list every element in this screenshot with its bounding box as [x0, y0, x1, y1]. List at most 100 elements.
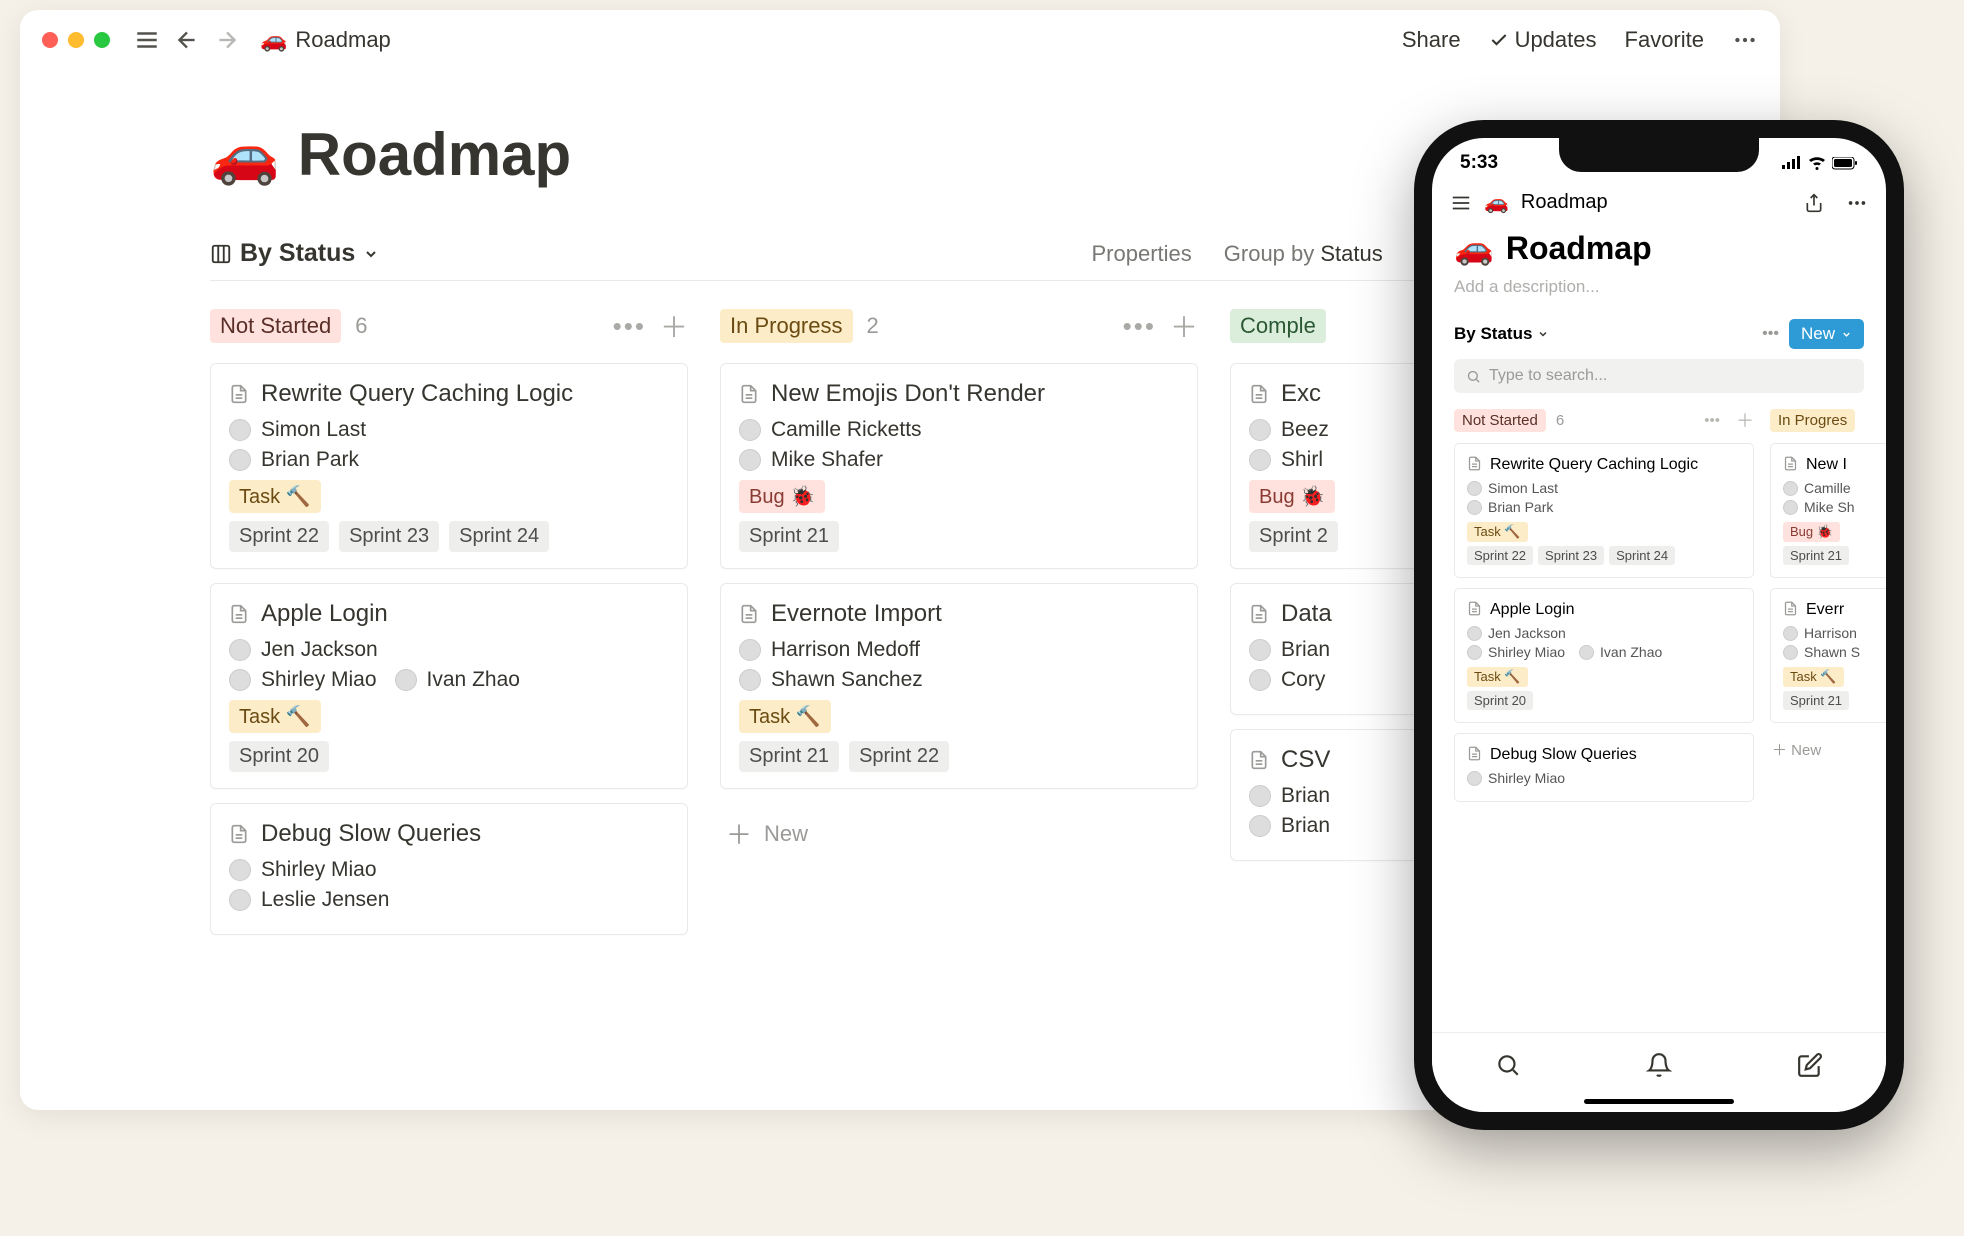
card-type-tag: Bug 🐞 [1249, 480, 1335, 513]
board-card[interactable]: New Emojis Don't RenderCamille RickettsM… [720, 363, 1198, 569]
avatar [739, 419, 761, 441]
mobile-board-card[interactable]: EverrHarrisonShawn STask 🔨Sprint 21 [1770, 588, 1886, 723]
share-button[interactable]: Share [1402, 27, 1461, 53]
close-window-button[interactable] [42, 32, 58, 48]
group-by-button[interactable]: Group by Status [1224, 241, 1383, 267]
mobile-card-title: Everr [1783, 601, 1886, 619]
mobile-view-selector[interactable]: By Status [1454, 324, 1549, 344]
view-selector[interactable]: By Status [210, 239, 379, 268]
mobile-column-header: In Progres ••• ＋ [1770, 407, 1886, 433]
phone-screen: 5:33 🚗 Roadmap 🚗 Roadmap Add a descripti… [1432, 138, 1886, 1112]
board-card[interactable]: Apple LoginJen JacksonShirley MiaoIvan Z… [210, 583, 688, 789]
mobile-column-add-icon[interactable]: ＋ [1736, 407, 1754, 433]
board-icon [210, 243, 232, 265]
mobile-column-status-pill[interactable]: Not Started [1454, 409, 1546, 432]
wifi-icon [1808, 156, 1826, 170]
avatar [1783, 626, 1798, 641]
mobile-tab-compose-icon[interactable] [1797, 1052, 1823, 1078]
add-card-button[interactable]: ＋New [720, 803, 1198, 864]
mobile-share-icon[interactable] [1804, 193, 1824, 213]
properties-button[interactable]: Properties [1091, 241, 1191, 267]
breadcrumb[interactable]: 🚗 Roadmap [260, 27, 391, 53]
updates-button[interactable]: Updates [1489, 27, 1597, 53]
mobile-add-card-button[interactable]: ＋ New [1770, 733, 1886, 766]
mobile-card-title: Rewrite Query Caching Logic [1467, 456, 1741, 474]
mobile-board-column: In Progres ••• ＋ New ICamilleMike ShBug … [1770, 407, 1886, 812]
more-options-icon[interactable] [1732, 27, 1758, 53]
mobile-person: Shawn S [1783, 644, 1886, 660]
avatar [739, 449, 761, 471]
avatar [1249, 669, 1271, 691]
sprint-tag: Sprint 21 [739, 741, 839, 772]
phone-mockup: 5:33 🚗 Roadmap 🚗 Roadmap Add a descripti… [1414, 120, 1904, 1130]
column-add-icon[interactable]: ＋ [660, 306, 688, 346]
column-status-pill[interactable]: In Progress [720, 309, 853, 343]
page-icon[interactable]: 🚗 [210, 122, 280, 188]
card-type-tag: Task 🔨 [229, 480, 321, 513]
mobile-board-column: Not Started 6 ••• ＋ Rewrite Query Cachin… [1454, 407, 1754, 812]
mobile-board-card[interactable]: New ICamilleMike ShBug 🐞Sprint 21 [1770, 443, 1886, 578]
mobile-column-more-icon[interactable]: ••• [1704, 412, 1720, 429]
back-button[interactable] [174, 27, 200, 53]
mobile-new-button[interactable]: New [1789, 319, 1864, 349]
column-status-pill[interactable]: Not Started [210, 309, 341, 343]
breadcrumb-title: Roadmap [295, 27, 390, 53]
mobile-column-status-pill[interactable]: In Progres [1770, 409, 1855, 432]
mobile-person: Simon Last [1467, 480, 1741, 496]
column-header: In Progress 2 ••• ＋ [720, 301, 1198, 351]
mobile-person: Shirley Miao [1467, 770, 1741, 786]
mobile-breadcrumb-title[interactable]: Roadmap [1521, 191, 1608, 214]
mobile-breadcrumb-icon: 🚗 [1484, 190, 1509, 215]
mobile-board-card[interactable]: Apple LoginJen JacksonShirley MiaoIvan Z… [1454, 588, 1754, 723]
card-people-row: Simon Last [229, 418, 669, 442]
mobile-tab-search-icon[interactable] [1495, 1052, 1521, 1078]
mobile-board-card[interactable]: Rewrite Query Caching LogicSimon LastBri… [1454, 443, 1754, 578]
maximize-window-button[interactable] [94, 32, 110, 48]
mobile-sprint-tag: Sprint 24 [1609, 546, 1675, 565]
mobile-page-title-text[interactable]: Roadmap [1506, 230, 1652, 267]
minimize-window-button[interactable] [68, 32, 84, 48]
menu-icon[interactable] [134, 27, 160, 53]
avatar [229, 449, 251, 471]
sprint-tag: Sprint 22 [229, 521, 329, 552]
mobile-more-icon[interactable] [1846, 192, 1868, 214]
board-card[interactable]: Rewrite Query Caching LogicSimon LastBri… [210, 363, 688, 569]
avatar [229, 419, 251, 441]
avatar [229, 889, 251, 911]
avatar [1467, 626, 1482, 641]
avatar [1783, 645, 1798, 660]
mobile-view-toolbar: By Status ••• New [1432, 303, 1886, 359]
mobile-tab-notifications-icon[interactable] [1646, 1052, 1672, 1078]
chevron-down-icon [1537, 328, 1549, 340]
column-more-icon[interactable]: ••• [1123, 311, 1156, 342]
mobile-card-title: Apple Login [1467, 601, 1741, 619]
forward-button[interactable] [214, 27, 240, 53]
mobile-search-input[interactable]: Type to search... [1454, 359, 1864, 393]
mobile-card-title: Debug Slow Queries [1467, 746, 1741, 764]
sprint-tag: Sprint 22 [849, 741, 949, 772]
mobile-page-icon[interactable]: 🚗 [1454, 229, 1494, 267]
column-add-icon[interactable]: ＋ [1170, 306, 1198, 346]
mobile-description-placeholder[interactable]: Add a description... [1432, 271, 1886, 303]
card-people-row: Shawn Sanchez [739, 668, 1179, 692]
avatar [1249, 449, 1271, 471]
card-people-row: Mike Shafer [739, 448, 1179, 472]
mobile-board-card[interactable]: Debug Slow Queries Shirley Miao [1454, 733, 1754, 802]
page-title-text[interactable]: Roadmap [298, 120, 571, 189]
board-card[interactable]: Debug Slow QueriesShirley MiaoLeslie Jen… [210, 803, 688, 935]
column-more-icon[interactable]: ••• [613, 311, 646, 342]
card-type-tag: Task 🔨 [229, 700, 321, 733]
column-status-pill[interactable]: Comple [1230, 309, 1326, 343]
mobile-sprint-tag: Sprint 21 [1783, 691, 1849, 710]
view-toolbar: By Status Properties Group by Status Fil… [210, 239, 1590, 281]
search-icon [1466, 369, 1481, 384]
mobile-person: Jen Jackson [1467, 625, 1741, 641]
person: Cory [1249, 668, 1325, 692]
person: Mike Shafer [739, 448, 883, 472]
signal-icon [1782, 156, 1802, 170]
mobile-board: Not Started 6 ••• ＋ Rewrite Query Cachin… [1432, 393, 1886, 812]
mobile-menu-icon[interactable] [1450, 192, 1472, 214]
favorite-button[interactable]: Favorite [1625, 27, 1704, 53]
board-card[interactable]: Evernote ImportHarrison MedoffShawn Sanc… [720, 583, 1198, 789]
mobile-view-more-icon[interactable]: ••• [1762, 325, 1779, 343]
